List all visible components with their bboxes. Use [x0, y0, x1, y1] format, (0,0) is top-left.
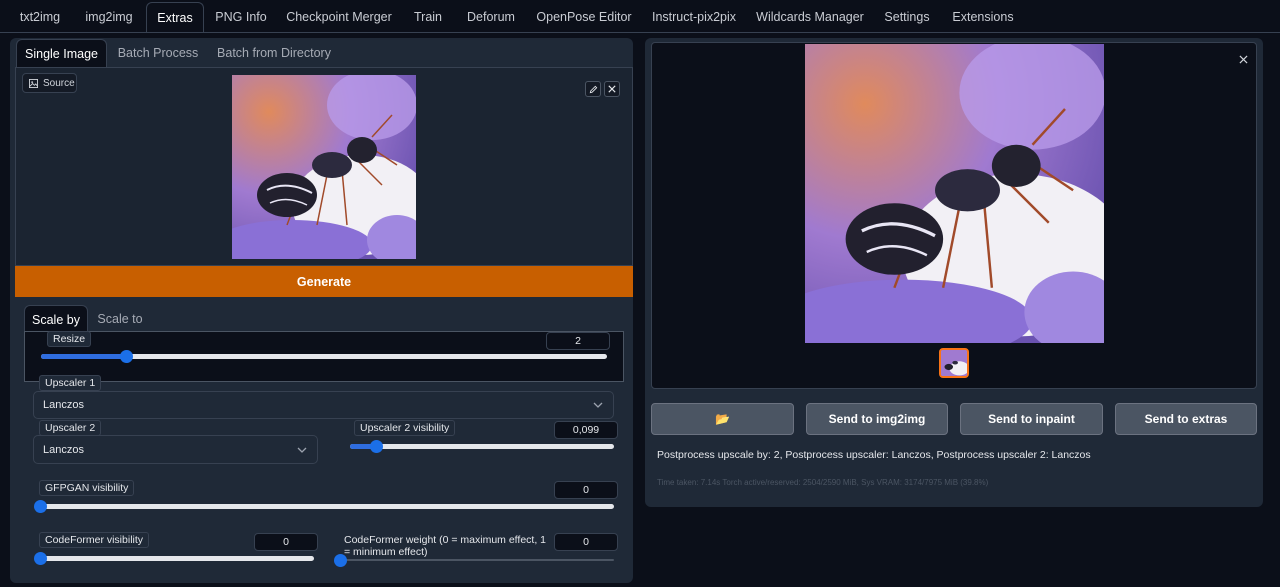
codeformer-visibility-slider[interactable]	[34, 552, 314, 565]
tab-settings[interactable]: Settings	[876, 2, 938, 32]
pencil-icon	[589, 85, 597, 93]
tab-scale-to[interactable]: Scale to	[92, 305, 148, 332]
send-to-extras-button[interactable]: Send to extras	[1115, 403, 1257, 435]
tab-txt2img[interactable]: txt2img	[10, 2, 70, 32]
upscaler2-visibility-input[interactable]: 0,099	[554, 421, 618, 439]
upscaler2-select[interactable]: Lanczos	[33, 435, 318, 464]
resize-slider-thumb[interactable]	[119, 350, 133, 363]
upscaler1-value: Lanczos	[43, 399, 84, 411]
upscaler2-value: Lanczos	[43, 443, 84, 456]
tab-extras[interactable]: Extras	[146, 2, 204, 33]
tab-openpose-editor[interactable]: OpenPose Editor	[530, 2, 638, 32]
clear-image-button[interactable]	[604, 81, 620, 97]
close-gallery-button[interactable]	[1236, 52, 1250, 66]
send-to-inpaint-button[interactable]: Send to inpaint	[960, 403, 1103, 435]
folder-icon: 📂	[715, 412, 730, 426]
tab-wildcards-manager[interactable]: Wildcards Manager	[750, 2, 870, 32]
send-to-img2img-button[interactable]: Send to img2img	[806, 403, 948, 435]
generate-button[interactable]: Generate	[15, 266, 633, 297]
source-label: Source	[43, 77, 75, 89]
upscaler1-select[interactable]: Lanczos	[33, 391, 614, 419]
codeformer-weight-input[interactable]: 0	[554, 533, 618, 551]
tab-scale-by[interactable]: Scale by	[24, 305, 88, 333]
codeformer-visibility-label: CodeFormer visibility	[39, 532, 150, 548]
close-icon	[608, 85, 616, 93]
chevron-down-icon	[593, 402, 603, 408]
resize-slider[interactable]	[41, 350, 607, 363]
codeformer-visibility-slider-thumb[interactable]	[34, 552, 47, 565]
upscaler2-visibility-slider[interactable]	[350, 440, 614, 453]
tab-train[interactable]: Train	[404, 2, 452, 32]
tab-divider	[0, 32, 1280, 33]
output-image[interactable]	[805, 44, 1104, 343]
tab-single-image[interactable]: Single Image	[16, 39, 107, 68]
tab-instruct-pix2pix[interactable]: Instruct-pix2pix	[644, 2, 744, 32]
timing-info: Time taken: 7.14s Torch active/reserved:…	[657, 478, 989, 487]
gfpgan-visibility-slider[interactable]	[34, 500, 614, 513]
gfpgan-visibility-label: GFPGAN visibility	[39, 480, 135, 496]
resize-number-input[interactable]: 2	[546, 332, 610, 350]
source-label-badge: Source	[22, 73, 77, 93]
output-thumbnail[interactable]	[939, 348, 969, 378]
codeformer-weight-slider-thumb[interactable]	[334, 554, 347, 567]
upscaler1-label: Upscaler 1	[39, 375, 102, 391]
chevron-down-icon	[297, 447, 307, 453]
codeformer-visibility-input[interactable]: 0	[254, 533, 318, 551]
close-icon	[1238, 54, 1248, 64]
tab-batch-process[interactable]: Batch Process	[112, 39, 204, 67]
edit-button[interactable]	[585, 81, 601, 97]
resize-label: Resize	[47, 331, 92, 347]
tab-extensions[interactable]: Extensions	[944, 2, 1022, 32]
gfpgan-visibility-input[interactable]: 0	[554, 481, 618, 499]
thumbnail-image	[941, 350, 967, 376]
resize-slider-fill	[41, 354, 126, 359]
upscaler2-visibility-label: Upscaler 2 visibility	[354, 420, 456, 436]
tab-batch-from-directory[interactable]: Batch from Directory	[210, 39, 338, 67]
tab-checkpoint-merger[interactable]: Checkpoint Merger	[280, 2, 398, 32]
tab-img2img[interactable]: img2img	[76, 2, 142, 32]
generation-info: Postprocess upscale by: 2, Postprocess u…	[657, 449, 1091, 461]
upscaler2-label: Upscaler 2	[39, 420, 102, 436]
tab-png-info[interactable]: PNG Info	[208, 2, 274, 32]
gfpgan-visibility-slider-thumb[interactable]	[34, 500, 47, 513]
image-icon	[29, 78, 38, 88]
codeformer-weight-slider[interactable]	[334, 554, 614, 567]
codeformer-weight-label: CodeFormer weight (0 = maximum effect, 1…	[344, 534, 547, 558]
source-image	[232, 75, 416, 259]
tab-deforum[interactable]: Deforum	[458, 2, 524, 32]
open-folder-button[interactable]: 📂	[651, 403, 794, 435]
